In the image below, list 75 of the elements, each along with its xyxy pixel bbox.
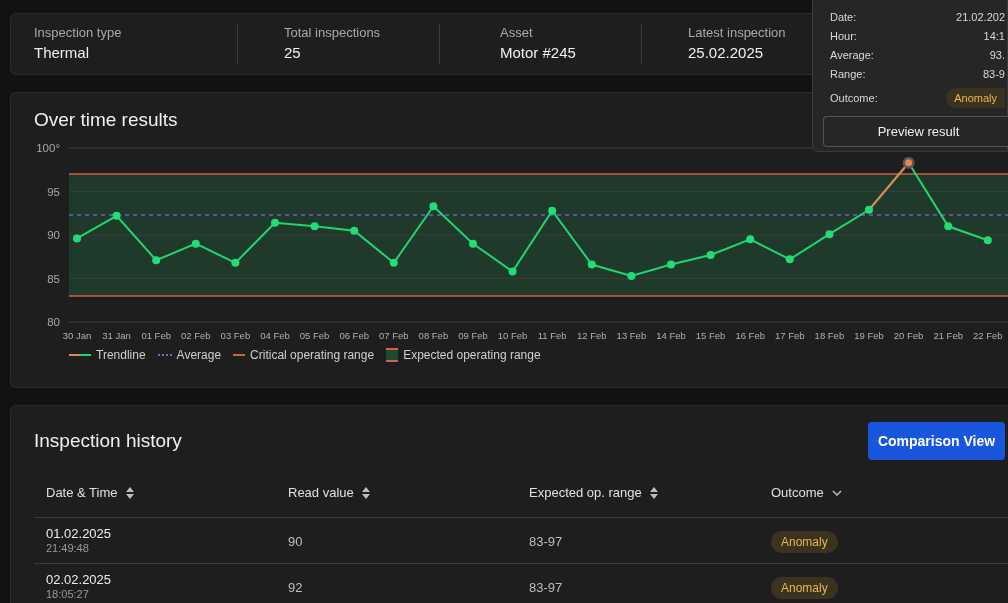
summary-label: Inspection type <box>34 24 123 42</box>
axis-label: 18 Feb <box>814 330 845 341</box>
trendline-legend-icon <box>69 353 91 357</box>
date-text: 02.02.2025 <box>46 572 112 588</box>
axis-label: 03 Feb <box>220 330 251 341</box>
time-text: 21:49:48 <box>46 542 89 555</box>
tooltip-label: Range: <box>830 67 866 83</box>
summary-value: 25 <box>284 43 302 63</box>
sort-icon <box>125 486 134 499</box>
axis-label: 85 <box>47 272 60 285</box>
summary-value: Motor #245 <box>500 43 577 63</box>
table-cell: 83-97 <box>529 579 563 595</box>
legend-label: Critical operating range <box>250 347 375 364</box>
axis-label: 16 Feb <box>735 330 765 341</box>
section-title: Inspection history <box>34 428 182 453</box>
time-text: 18:05:27 <box>46 588 89 601</box>
sort-icon <box>649 486 658 499</box>
axis-label: 80 <box>47 316 60 328</box>
status-badge: Anomaly <box>946 87 1005 109</box>
axis-label: 15 Feb <box>695 330 726 341</box>
tooltip-label: Date: <box>830 10 857 26</box>
axis-label: 30 Jan <box>62 330 92 341</box>
axis-label: 10 Feb <box>497 330 528 341</box>
axis-label: 05 Feb <box>299 330 330 341</box>
axis-label: 04 Feb <box>260 330 290 341</box>
status-badge: Anomaly <box>771 576 838 599</box>
tooltip-value: 14:1 <box>983 29 1005 45</box>
axis-label: 08 Feb <box>418 330 449 341</box>
column-header[interactable]: Outcome <box>771 482 824 503</box>
axis-label: 01 Feb <box>141 330 171 341</box>
chart-title: Over time results <box>33 108 178 132</box>
axis-label: 31 Jan <box>102 330 131 341</box>
summary-value: Thermal <box>34 43 90 63</box>
tooltip-value: 93. <box>989 48 1005 64</box>
tooltip-label: Hour: <box>830 29 857 45</box>
summary-label: Asset <box>500 24 534 42</box>
axis-label: 07 Feb <box>379 330 409 341</box>
column-header[interactable]: Date & Time <box>46 482 118 503</box>
chevron-down-icon <box>831 489 842 496</box>
axis-label: 14 Feb <box>656 330 686 341</box>
column-header[interactable]: Read value <box>288 482 354 503</box>
column-header[interactable]: Expected op. range <box>529 482 642 503</box>
date-text: 01.02.2025 <box>46 526 112 542</box>
axis-label: 95 <box>47 185 60 198</box>
axis-label: 09 Feb <box>458 330 488 341</box>
axis-label: 12 Feb <box>577 330 607 341</box>
axis-label: 06 Feb <box>339 330 369 341</box>
expected-range-legend-icon <box>386 348 399 362</box>
axis-label: 19 Feb <box>854 330 884 341</box>
status-badge: Anomaly <box>771 530 838 553</box>
critical-range-legend-icon <box>233 353 246 357</box>
axis-label: 22 Feb <box>973 330 1003 341</box>
summary-label: Total inspections <box>284 24 382 42</box>
table-cell: 90 <box>288 533 303 549</box>
tooltip-label: Outcome: <box>830 90 878 106</box>
axis-label: 17 Feb <box>775 330 805 341</box>
axis-label: 100° <box>36 142 60 154</box>
axis-label: 90 <box>47 229 60 241</box>
axis-label: 21 Feb <box>933 330 963 341</box>
tooltip-value: 83-9 <box>982 67 1005 83</box>
axis-label: 13 Feb <box>616 330 647 341</box>
average-legend-icon <box>157 353 172 357</box>
legend-label: Expected operating range <box>403 347 541 364</box>
legend-label: Average <box>176 347 222 364</box>
axis-label: 02 Feb <box>181 330 211 341</box>
tooltip-value: 21.02.202 <box>956 10 1005 26</box>
table-cell: 83-97 <box>529 533 563 549</box>
preview-result-button[interactable]: Preview result <box>823 116 1008 147</box>
table-cell: 92 <box>288 579 303 595</box>
sort-icon <box>361 486 370 499</box>
legend-label: Trendline <box>96 347 146 364</box>
tooltip-label: Average: <box>830 48 874 64</box>
axis-label: 20 Feb <box>893 330 924 341</box>
comparison-view-button[interactable]: Comparison View <box>868 422 1005 460</box>
axis-label: 11 Feb <box>537 330 567 341</box>
